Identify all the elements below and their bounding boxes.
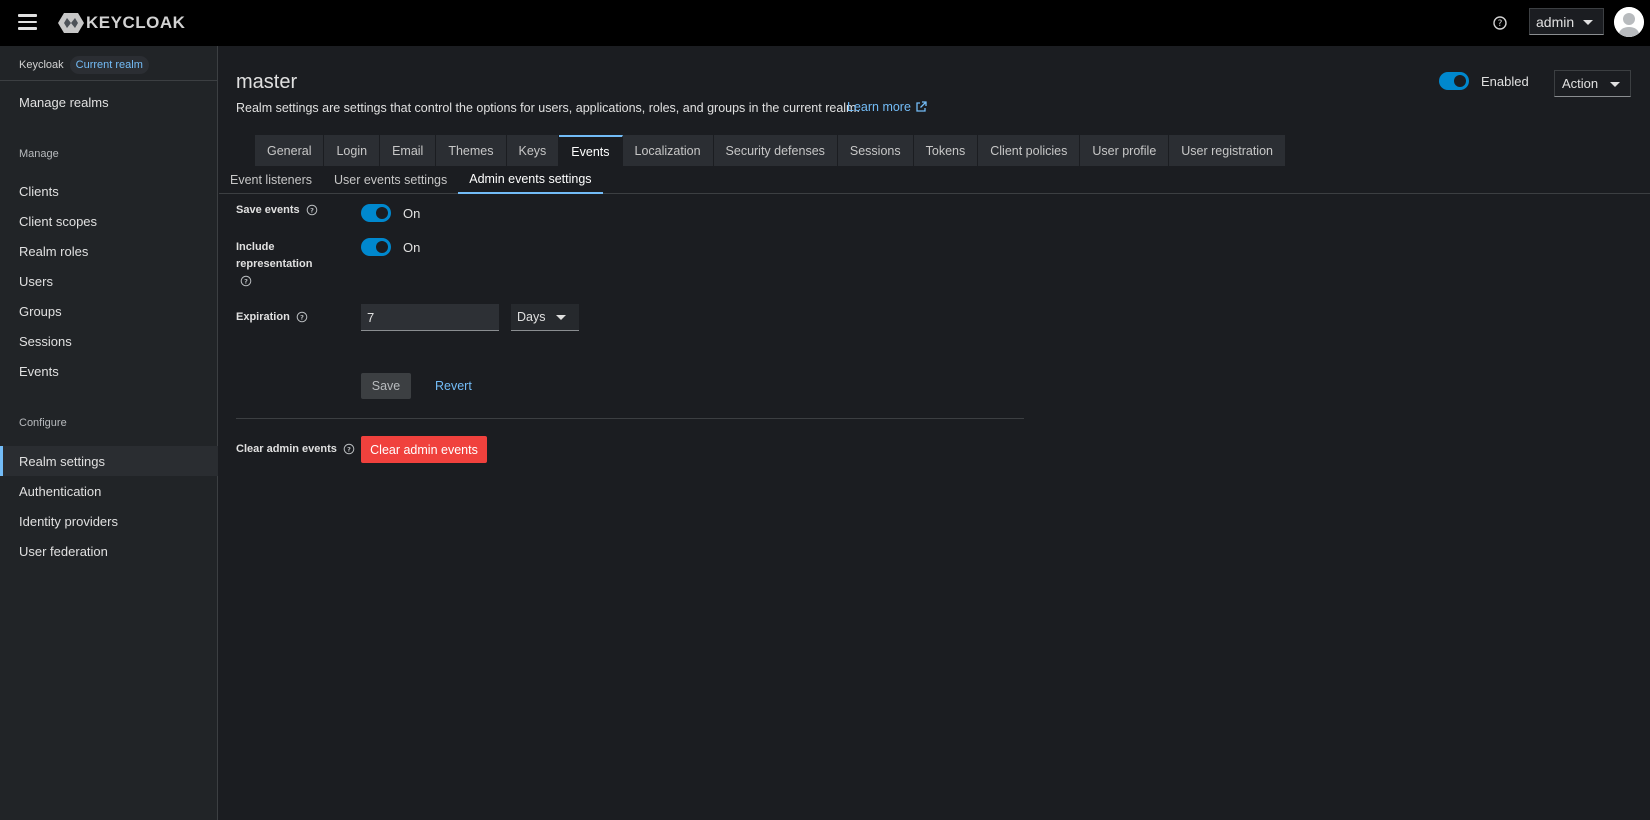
sidebar: Keycloak Current realm Manage realms Man…	[0, 46, 218, 820]
realm-name: Keycloak	[19, 59, 64, 71]
sidebar-divider	[0, 80, 218, 81]
expiration-label-text: Expiration	[236, 311, 290, 323]
sidebar-section-configure: Configure	[19, 417, 67, 429]
events-subtabs: Event listeners User events settings Adm…	[219, 166, 1650, 194]
subtab-user-events-settings[interactable]: User events settings	[323, 166, 458, 194]
external-link-icon	[916, 101, 927, 112]
action-dropdown[interactable]: Action	[1554, 70, 1631, 97]
save-events-state: On	[403, 205, 421, 221]
page-title: master	[236, 71, 298, 93]
expiration-unit-dropdown[interactable]: Days	[511, 304, 579, 331]
svg-text:?: ?	[347, 445, 351, 453]
action-label: Action	[1562, 76, 1599, 91]
sidebar-item-realm-settings[interactable]: Realm settings	[19, 454, 105, 469]
save-events-switch[interactable]: On	[361, 204, 420, 222]
realm-settings-tabs: General Login Email Themes Keys Events L…	[255, 135, 1286, 166]
sidebar-item-identity-providers[interactable]: Identity providers	[19, 514, 118, 529]
sidebar-item-manage-realms[interactable]: Manage realms	[19, 95, 109, 110]
help-icon[interactable]: ?	[240, 275, 252, 287]
sidebar-item-authentication[interactable]: Authentication	[19, 484, 101, 499]
sidebar-item-realm-roles[interactable]: Realm roles	[19, 244, 88, 259]
include-representation-label-text: Include representation	[236, 241, 313, 270]
expiration-input[interactable]	[361, 304, 499, 331]
enabled-label: Enabled	[1481, 73, 1529, 89]
include-representation-switch[interactable]: On	[361, 238, 420, 256]
revert-button[interactable]: Revert	[435, 373, 472, 399]
main-content: master Realm settings are settings that …	[219, 46, 1650, 820]
clear-admin-events-label-text: Clear admin events	[236, 443, 337, 455]
tab-client-policies[interactable]: Client policies	[978, 135, 1081, 166]
tab-keys[interactable]: Keys	[506, 135, 560, 166]
include-representation-state: On	[403, 239, 421, 255]
sidebar-section-manage: Manage	[19, 148, 59, 160]
save-events-label-text: Save events	[236, 204, 300, 216]
save-button[interactable]: Save	[361, 373, 411, 399]
tab-email[interactable]: Email	[380, 135, 437, 166]
learn-more-label: Learn more	[847, 100, 911, 114]
sidebar-item-client-scopes[interactable]: Client scopes	[19, 214, 97, 229]
keycloak-logo-icon	[58, 13, 84, 33]
user-avatar-icon	[1614, 7, 1644, 37]
chevron-down-icon	[1583, 20, 1593, 25]
learn-more-link[interactable]: Learn more	[847, 100, 927, 114]
user-dropdown[interactable]: admin	[1529, 8, 1604, 35]
subtab-event-listeners[interactable]: Event listeners	[219, 166, 323, 194]
sidebar-item-groups[interactable]: Groups	[19, 304, 62, 319]
svg-text:?: ?	[300, 313, 304, 321]
clear-admin-events-label: Clear admin events ?	[236, 443, 355, 455]
help-icon[interactable]: ?	[296, 311, 308, 323]
tab-events[interactable]: Events	[559, 135, 623, 166]
sidebar-item-sessions[interactable]: Sessions	[19, 334, 72, 349]
tab-user-registration[interactable]: User registration	[1169, 135, 1286, 166]
current-realm-badge: Current realm	[69, 56, 149, 74]
chevron-down-icon	[556, 315, 566, 320]
include-representation-label: Include representation ?	[236, 239, 351, 287]
tab-security-defenses[interactable]: Security defenses	[713, 135, 838, 166]
svg-text:?: ?	[244, 277, 248, 285]
logo-text: KEYCLOAK	[86, 13, 186, 32]
tab-user-profile[interactable]: User profile	[1080, 135, 1170, 166]
help-icon[interactable]: ?	[343, 443, 355, 455]
masthead: KEYCLOAK ? admin	[0, 0, 1650, 46]
enabled-switch[interactable]: Enabled	[1439, 72, 1529, 90]
expiration-unit-label: Days	[517, 310, 546, 324]
enabled-toggle[interactable]	[1439, 72, 1469, 90]
help-icon[interactable]: ?	[306, 204, 318, 216]
svg-text:?: ?	[1498, 19, 1503, 29]
svg-text:?: ?	[310, 206, 314, 214]
chevron-down-icon	[1610, 82, 1620, 87]
hamburger-menu-icon[interactable]	[18, 14, 38, 30]
realm-context[interactable]: Keycloak Current realm	[19, 56, 149, 74]
sidebar-item-clients[interactable]: Clients	[19, 184, 59, 199]
form-divider	[236, 418, 1024, 419]
keycloak-logo[interactable]: KEYCLOAK	[58, 11, 185, 35]
tab-themes[interactable]: Themes	[436, 135, 507, 166]
expiration-label: Expiration ?	[236, 311, 308, 323]
avatar[interactable]	[1614, 7, 1644, 37]
page-description: Realm settings are settings that control…	[236, 101, 860, 115]
sidebar-item-events[interactable]: Events	[19, 364, 59, 379]
help-icon[interactable]: ?	[1490, 13, 1510, 33]
sidebar-item-user-federation[interactable]: User federation	[19, 544, 108, 559]
save-events-toggle[interactable]	[361, 204, 391, 222]
sidebar-item-users[interactable]: Users	[19, 274, 53, 289]
user-name: admin	[1536, 13, 1575, 30]
clear-admin-events-button[interactable]: Clear admin events	[361, 436, 487, 463]
tab-localization[interactable]: Localization	[622, 135, 714, 166]
tab-sessions[interactable]: Sessions	[837, 135, 914, 166]
subtab-admin-events-settings[interactable]: Admin events settings	[458, 166, 603, 194]
include-representation-toggle[interactable]	[361, 238, 391, 256]
tab-general[interactable]: General	[255, 135, 325, 166]
tab-login[interactable]: Login	[324, 135, 381, 166]
tab-tokens[interactable]: Tokens	[913, 135, 979, 166]
save-events-label: Save events ?	[236, 204, 318, 216]
